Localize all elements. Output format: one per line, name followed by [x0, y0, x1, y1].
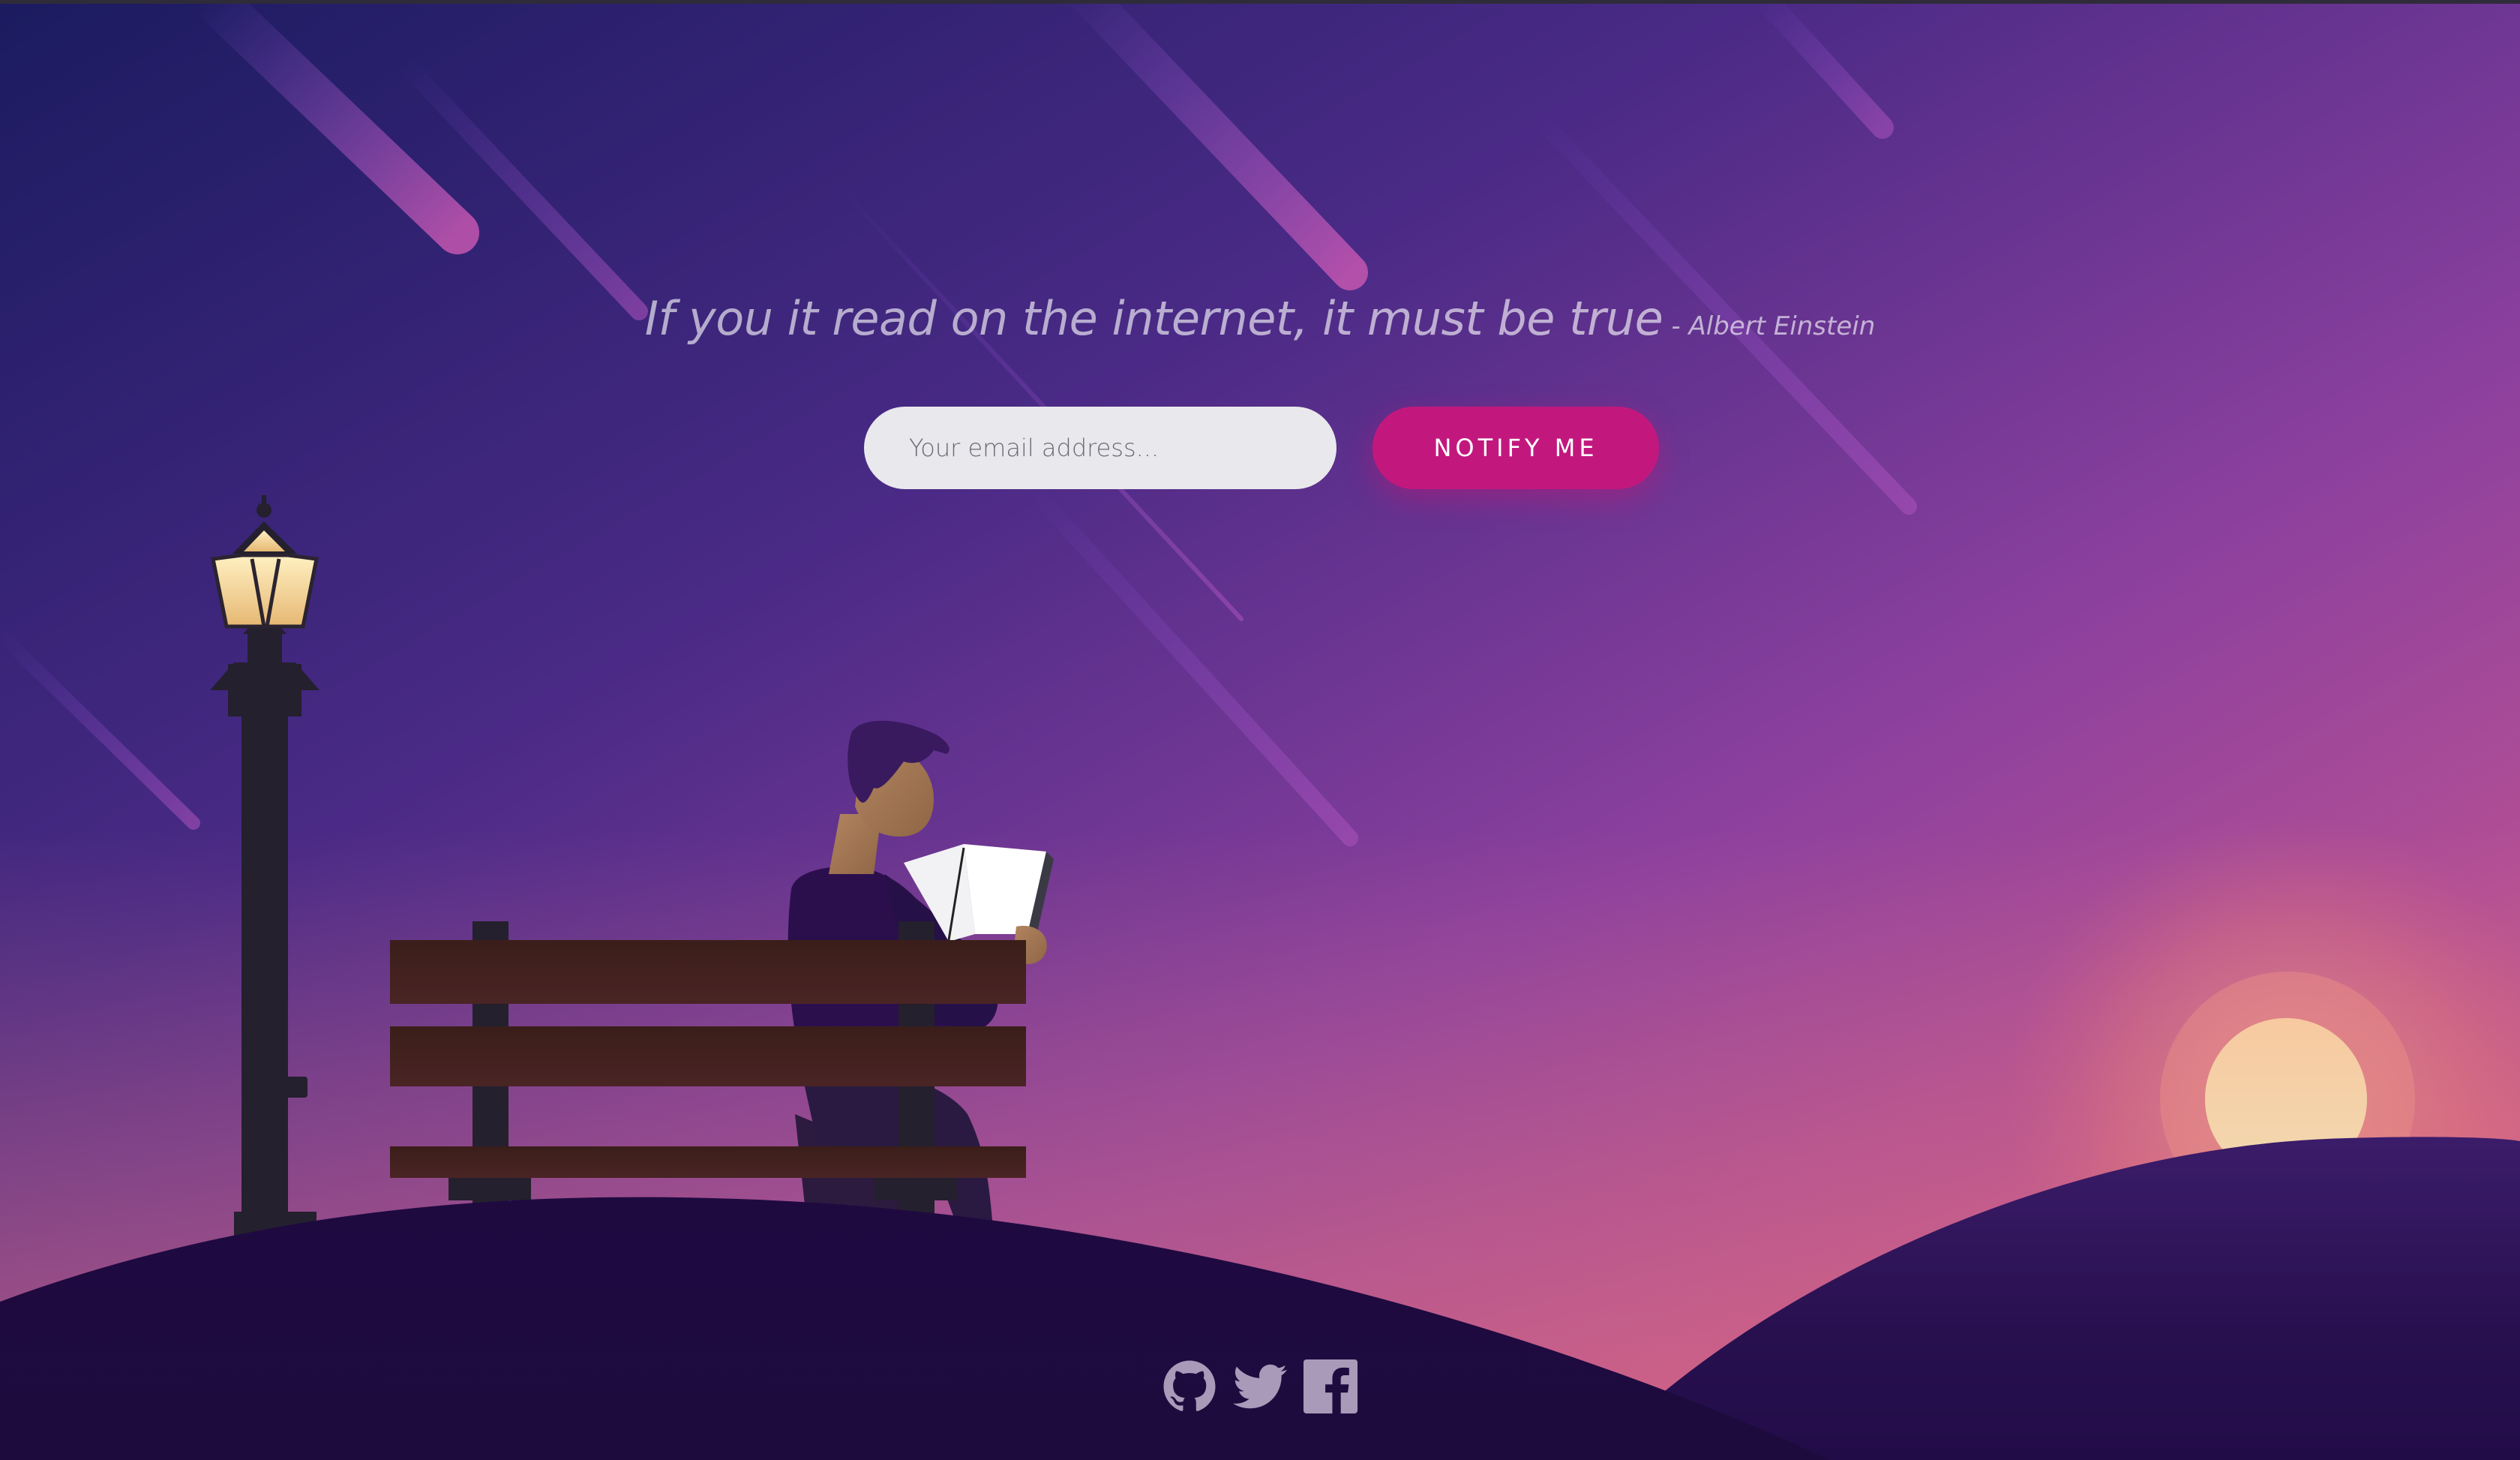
email-input[interactable] — [864, 407, 1336, 489]
github-link[interactable] — [1162, 1359, 1216, 1413]
github-icon — [1163, 1360, 1216, 1411]
landing-page: If you it read on the internet, it must … — [0, 0, 2520, 1460]
social-links — [1162, 1359, 1358, 1415]
notify-me-button[interactable]: NOTIFY ME — [1372, 407, 1659, 489]
facebook-icon — [1304, 1359, 1358, 1413]
twitter-icon — [1233, 1364, 1287, 1409]
background-scene — [0, 4, 2520, 1460]
signup-form: NOTIFY ME — [864, 407, 1659, 489]
quote: If you it read on the internet, it must … — [0, 291, 2520, 346]
twitter-link[interactable] — [1233, 1359, 1287, 1413]
bench — [390, 921, 1026, 1214]
facebook-link[interactable] — [1304, 1359, 1358, 1413]
quote-text: If you it read on the internet, it must … — [644, 291, 1664, 346]
quote-author: - Albert Einstein — [1671, 311, 1876, 341]
